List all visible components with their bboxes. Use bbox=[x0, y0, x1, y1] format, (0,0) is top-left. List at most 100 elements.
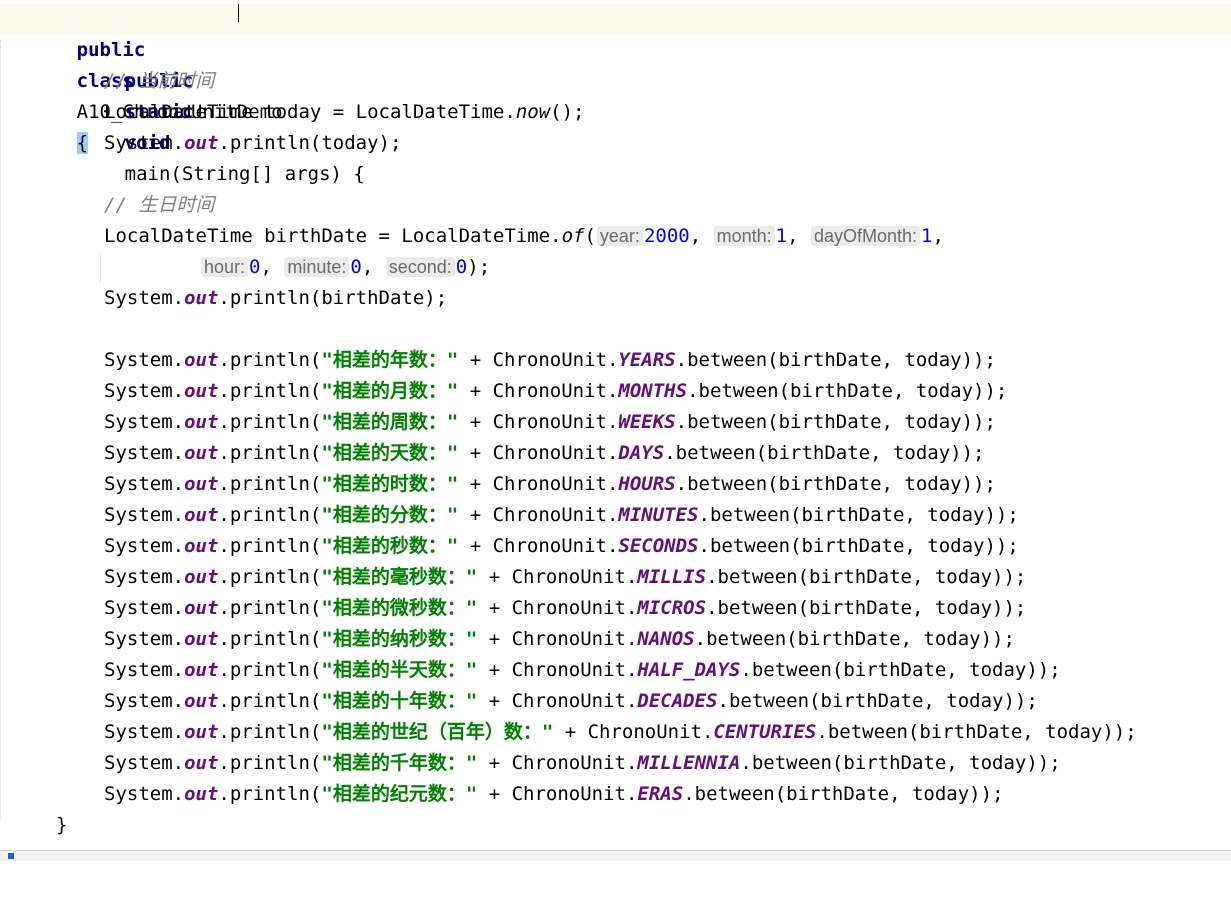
code-line-print-diff[interactable]: System.out.println("相差的年数：" + ChronoUnit… bbox=[0, 345, 1231, 376]
out-field: out bbox=[184, 504, 219, 526]
between-call: .between(birthDate, today)); bbox=[740, 752, 1061, 774]
string-label: "相差的天数：" bbox=[321, 442, 459, 464]
println-call: .println bbox=[218, 380, 310, 402]
now-method: now bbox=[515, 101, 551, 123]
out-field: out bbox=[184, 380, 219, 402]
comment-now: // 当前时间 bbox=[104, 70, 215, 92]
out-field: out bbox=[184, 411, 219, 433]
out-field: out bbox=[184, 690, 219, 712]
code-line-print-birth[interactable]: System.out.println(birthDate); bbox=[0, 283, 1231, 314]
system-ref: System. bbox=[104, 132, 185, 154]
hour-value: 0 bbox=[249, 256, 261, 278]
open-paren: ( bbox=[309, 349, 322, 371]
between-call: .between(birthDate, today)); bbox=[675, 473, 996, 495]
between-call: .between(birthDate, today)); bbox=[706, 566, 1027, 588]
code-line-print-diff[interactable]: System.out.println("相差的月数：" + ChronoUnit… bbox=[0, 376, 1231, 407]
day-value: 1 bbox=[921, 225, 933, 247]
println-call: .println bbox=[218, 132, 310, 154]
string-label: "相差的十年数：" bbox=[321, 690, 478, 712]
code-line-print-diff[interactable]: System.out.println("相差的天数：" + ChronoUnit… bbox=[0, 438, 1231, 469]
between-call: .between(birthDate, today)); bbox=[740, 659, 1061, 681]
open-paren: ( bbox=[309, 659, 322, 681]
code-line-print-diff[interactable]: System.out.println("相差的周数：" + ChronoUnit… bbox=[0, 407, 1231, 438]
code-line-print-diff[interactable]: System.out.println("相差的十年数：" + ChronoUni… bbox=[0, 686, 1231, 717]
code-line-print-diff[interactable]: System.out.println("相差的纪元数：" + ChronoUni… bbox=[0, 779, 1231, 810]
between-call: .between(birthDate, today)); bbox=[706, 597, 1027, 619]
code-line-print-diff[interactable]: System.out.println("相差的半天数：" + ChronoUni… bbox=[0, 655, 1231, 686]
system-ref: System. bbox=[104, 783, 185, 805]
system-ref: System. bbox=[104, 473, 185, 495]
param-hint-day: dayOfMonth: bbox=[810, 226, 921, 246]
code-line-print-diff[interactable]: System.out.println("相差的分数：" + ChronoUnit… bbox=[0, 500, 1231, 531]
code-line-print-diff[interactable]: System.out.println("相差的秒数：" + ChronoUnit… bbox=[0, 531, 1231, 562]
chronounit-ref: + ChronoUnit. bbox=[458, 411, 619, 433]
code-editor[interactable]: public class A10_ChronoUnitDemo { public… bbox=[0, 0, 1231, 861]
code-line-comment-birth[interactable]: // 生日时间 bbox=[0, 190, 1231, 221]
out-field: out bbox=[184, 659, 219, 681]
chronounit-constant: MONTHS bbox=[618, 380, 688, 402]
code-line-print-diff[interactable]: System.out.println("相差的千年数：" + ChronoUni… bbox=[0, 748, 1231, 779]
out-field: out bbox=[184, 721, 219, 743]
code-line-print-today[interactable]: System.out.println(today); bbox=[0, 128, 1231, 159]
out-field: out bbox=[184, 132, 219, 154]
string-label: "相差的秒数：" bbox=[321, 535, 459, 557]
string-label: "相差的微秒数：" bbox=[321, 597, 478, 619]
open-paren: ( bbox=[309, 380, 322, 402]
println-call: .println bbox=[218, 628, 310, 650]
system-ref: System. bbox=[104, 690, 185, 712]
println-call: .println bbox=[218, 442, 310, 464]
code-line-print-diff[interactable]: System.out.println("相差的毫秒数：" + ChronoUni… bbox=[0, 562, 1231, 593]
comment-birth: // 生日时间 bbox=[104, 194, 215, 216]
chronounit-ref: + ChronoUnit. bbox=[458, 349, 619, 371]
chronounit-constant: WEEKS bbox=[618, 411, 676, 433]
system-ref: System. bbox=[104, 349, 185, 371]
system-ref: System. bbox=[104, 597, 185, 619]
closing-brace-marker bbox=[8, 853, 14, 859]
code-line-class-decl[interactable]: public class A10_ChronoUnitDemo { bbox=[0, 4, 1231, 154]
system-ref: System. bbox=[104, 442, 185, 464]
close-brace: } bbox=[56, 814, 68, 836]
out-field: out bbox=[184, 783, 219, 805]
param-hint-minute: minute: bbox=[284, 257, 350, 277]
code-line-print-diff[interactable]: System.out.println("相差的纳秒数：" + ChronoUni… bbox=[0, 624, 1231, 655]
code-line-print-diff[interactable]: System.out.println("相差的时数：" + ChronoUnit… bbox=[0, 469, 1231, 500]
param-hint-month: month: bbox=[713, 226, 775, 246]
code-line-today[interactable]: LocalDateTime today = LocalDateTime.now(… bbox=[0, 97, 1231, 128]
chronounit-ref: + ChronoUnit. bbox=[477, 628, 638, 650]
open-paren: ( bbox=[309, 566, 322, 588]
open-paren: ( bbox=[309, 473, 322, 495]
println-call: .println bbox=[218, 690, 310, 712]
code-line-birthdate-cont[interactable]: hour: 0, minute: 0, second: 0); bbox=[0, 252, 1231, 283]
system-ref: System. bbox=[104, 566, 185, 588]
chronounit-ref: + ChronoUnit. bbox=[458, 504, 619, 526]
chronounit-constant: MILLENNIA bbox=[637, 752, 741, 774]
string-label: "相差的周数：" bbox=[321, 411, 459, 433]
code-line-print-diff[interactable]: System.out.println("相差的微秒数：" + ChronoUni… bbox=[0, 593, 1231, 624]
code-line-birthdate[interactable]: LocalDateTime birthDate = LocalDateTime.… bbox=[0, 221, 1231, 252]
println-call: .println bbox=[218, 659, 310, 681]
code-line-close-main[interactable]: } bbox=[0, 810, 1231, 841]
string-label: "相差的毫秒数：" bbox=[321, 566, 478, 588]
main-signature: main(String[] args) { bbox=[124, 163, 365, 185]
open-paren: ( bbox=[309, 752, 322, 774]
chronounit-ref: + ChronoUnit. bbox=[477, 783, 638, 805]
chronounit-ref: + ChronoUnit. bbox=[477, 690, 638, 712]
out-field: out bbox=[184, 287, 219, 309]
chronounit-ref: + ChronoUnit. bbox=[477, 752, 638, 774]
param-hint-year: year: bbox=[596, 226, 643, 246]
println-call: .println bbox=[218, 783, 310, 805]
between-call: .between(birthDate, today)); bbox=[675, 411, 996, 433]
code-line-comment-now[interactable]: // 当前时间 bbox=[0, 66, 1231, 97]
out-field: out bbox=[184, 349, 219, 371]
println-call: .println bbox=[218, 349, 310, 371]
system-ref: System. bbox=[104, 504, 185, 526]
out-field: out bbox=[184, 535, 219, 557]
chronounit-ref: + ChronoUnit. bbox=[458, 535, 619, 557]
code-line-print-diff[interactable]: System.out.println("相差的世纪（百年）数：" + Chron… bbox=[0, 717, 1231, 748]
open-paren: ( bbox=[309, 535, 322, 557]
string-label: "相差的纳秒数：" bbox=[321, 628, 478, 650]
code-line-main-decl[interactable]: public static void main(String[] args) { bbox=[0, 35, 1231, 185]
open-paren: ( bbox=[309, 411, 322, 433]
open-paren: ( bbox=[309, 690, 322, 712]
system-ref: System. bbox=[104, 535, 185, 557]
